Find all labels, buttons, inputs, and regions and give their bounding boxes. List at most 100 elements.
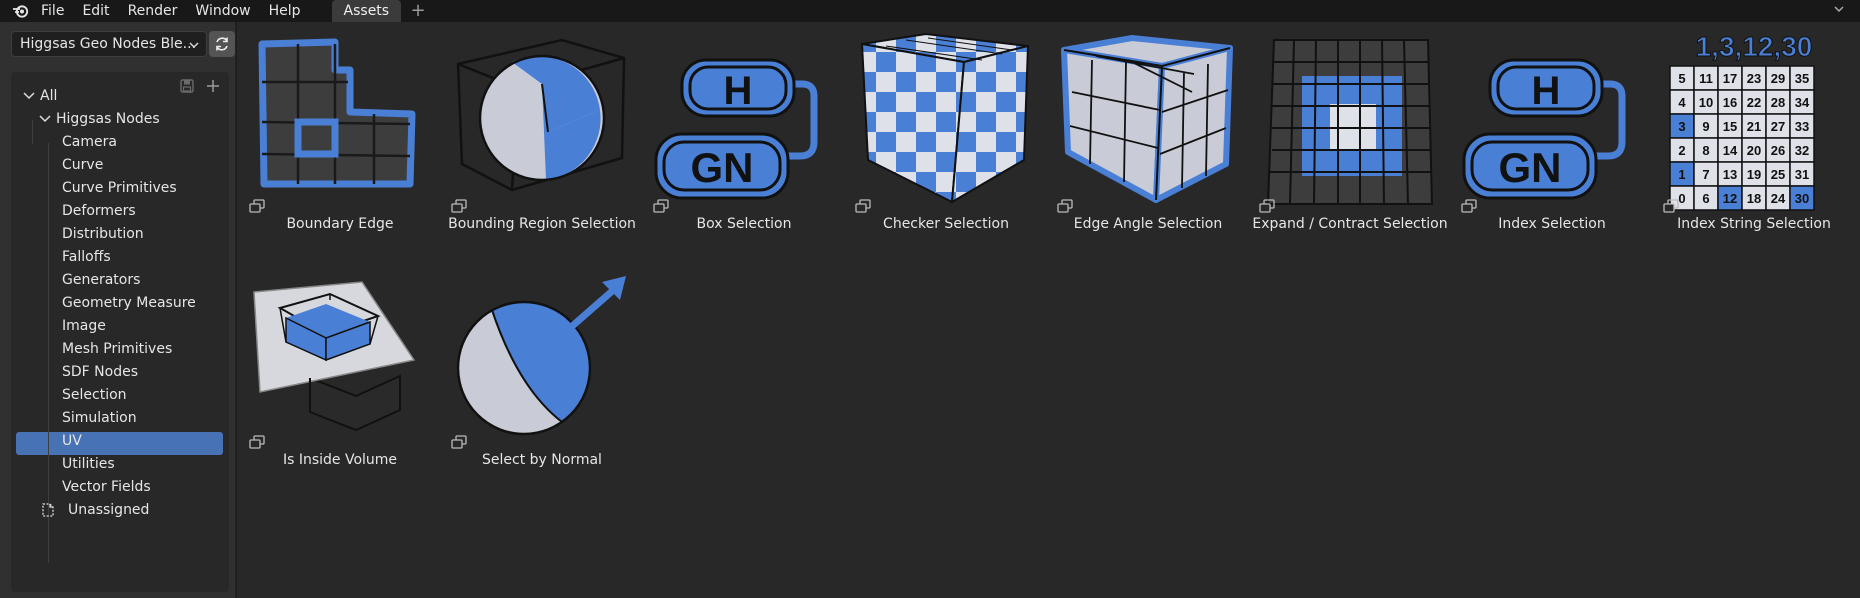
index-grid-label: 34	[1795, 95, 1810, 110]
menu-file[interactable]: File	[32, 0, 73, 22]
asset-label: Index Selection	[1498, 216, 1606, 232]
index-grid-label: 12	[1723, 191, 1737, 206]
tree-item-curve[interactable]: Curve	[62, 153, 103, 177]
catalog-toolbar	[179, 78, 221, 94]
index-grid-label: 31	[1795, 167, 1809, 182]
node-group-asset-icon	[1057, 199, 1073, 213]
logo-bottom-text: GN	[691, 144, 754, 191]
asset-label: Select by Normal	[482, 452, 602, 468]
tree-item-unassigned[interactable]: Unassigned	[40, 498, 149, 522]
tree-item-sdf-nodes[interactable]: SDF Nodes	[62, 360, 138, 384]
index-grid-label: 13	[1723, 167, 1737, 182]
index-grid-label: 1	[1678, 167, 1685, 182]
index-grid-label: 24	[1771, 191, 1786, 206]
add-catalog-icon[interactable]	[205, 78, 221, 94]
asset-tile[interactable]: H GN Index Selection	[1452, 22, 1652, 258]
edge-angle-cube-thumb	[1061, 35, 1233, 203]
index-grid-label: 2	[1678, 143, 1685, 158]
tree-item-higgsas-nodes[interactable]: Higgsas Nodes	[38, 107, 160, 131]
index-string-grid-thumb: 1,3,12,30 5 11 17 23 29 354 10 16 22 28 343 9 15 21 27…	[1669, 32, 1815, 211]
asset-label: Edge Angle Selection	[1073, 216, 1223, 232]
normal-sphere-thumb	[456, 276, 626, 436]
index-grid-label: 35	[1795, 71, 1809, 86]
library-selector-row: Higgsas Geo Nodes Ble...	[11, 31, 263, 57]
asset-library-sidebar: Higgsas Geo Nodes Ble... All Higgsas Nod…	[0, 22, 236, 598]
menu-edit[interactable]: Edit	[73, 0, 118, 22]
node-group-asset-icon	[249, 199, 265, 213]
tree-item-utilities[interactable]: Utilities	[62, 452, 115, 476]
save-catalog-icon[interactable]	[179, 78, 195, 94]
asset-library-label: Higgsas Geo Nodes Ble...	[20, 36, 197, 52]
top-menu-bar: File Edit Render Window Help Assets +	[0, 0, 1860, 22]
index-grid-label: 5	[1678, 71, 1685, 86]
asset-tile[interactable]: Checker Selection	[846, 22, 1046, 258]
expand-contract-grid-thumb	[1266, 39, 1434, 205]
node-group-asset-icon	[1663, 199, 1679, 213]
index-grid-label: 20	[1747, 143, 1761, 158]
index-grid-label: 16	[1723, 95, 1737, 110]
checker-cube-thumb	[860, 32, 1030, 204]
index-grid-label: 6	[1702, 191, 1709, 206]
tree-item-vector-fields[interactable]: Vector Fields	[62, 475, 151, 499]
menu-render[interactable]: Render	[119, 0, 187, 22]
asset-tile[interactable]: H GN Box Selection	[644, 22, 844, 258]
asset-tile[interactable]: Expand / Contract Selection	[1250, 22, 1450, 258]
logo-top-text: H	[724, 69, 753, 113]
asset-label: Is Inside Volume	[282, 452, 398, 468]
index-grid-label: 27	[1771, 119, 1785, 134]
chevron-down-icon[interactable]	[1832, 2, 1846, 16]
asset-tile[interactable]: Boundary Edge	[240, 22, 440, 258]
node-group-asset-icon	[653, 199, 669, 213]
node-group-asset-icon	[1461, 199, 1477, 213]
asset-tile[interactable]: Is Inside Volume	[240, 258, 440, 494]
hgn-logo-thumb: H GN	[1462, 58, 1626, 200]
tree-item-geometry-measure[interactable]: Geometry Measure	[62, 291, 196, 315]
tree-item-falloffs[interactable]: Falloffs	[62, 245, 111, 269]
tree-item-distribution[interactable]: Distribution	[62, 222, 144, 246]
logo-top-text: H	[1532, 69, 1561, 113]
index-grid-label: 17	[1723, 71, 1737, 86]
asset-label: Expand / Contract Selection	[1252, 216, 1448, 232]
node-group-asset-icon	[855, 199, 871, 213]
chevron-down-icon[interactable]	[22, 89, 36, 103]
node-group-asset-icon	[1259, 199, 1275, 213]
asset-tile[interactable]: Bounding Region Selection	[442, 22, 642, 258]
chevron-down-icon[interactable]	[38, 112, 52, 126]
blender-logo-icon[interactable]	[10, 2, 32, 20]
tree-item-camera[interactable]: Camera	[62, 130, 117, 154]
tree-item-simulation[interactable]: Simulation	[62, 406, 137, 430]
hgn-logo-thumb: H GN	[654, 58, 818, 200]
asset-label: Boundary Edge	[286, 216, 394, 232]
index-grid-label: 15	[1723, 119, 1737, 134]
asset-tile[interactable]: Edge Angle Selection	[1048, 22, 1248, 258]
tree-item-mesh-primitives[interactable]: Mesh Primitives	[62, 337, 172, 361]
index-grid-label: 28	[1771, 95, 1785, 110]
asset-tile[interactable]: Select by Normal	[442, 258, 642, 494]
index-grid-label: 18	[1747, 191, 1761, 206]
chevron-down-icon	[189, 42, 199, 48]
index-grid-label: 9	[1702, 119, 1709, 134]
inside-volume-thumb	[253, 281, 416, 432]
index-grid-label: 23	[1747, 71, 1761, 86]
menu-window[interactable]: Window	[186, 0, 259, 22]
refresh-library-button[interactable]	[209, 31, 235, 57]
asset-browser-grid: Boundary Edge Bounding Region Selection …	[237, 22, 1860, 598]
tree-item-uv[interactable]: UV	[62, 429, 82, 453]
index-grid-label: 11	[1699, 71, 1713, 86]
logo-bottom-text: GN	[1499, 144, 1562, 191]
bounding-region-thumb	[456, 38, 626, 192]
tree-item-generators[interactable]: Generators	[62, 268, 140, 292]
tree-item-all[interactable]: All	[22, 84, 57, 108]
tree-item-deformers[interactable]: Deformers	[62, 199, 136, 223]
menu-help[interactable]: Help	[260, 0, 310, 22]
index-grid-label: 33	[1795, 119, 1809, 134]
add-tab-button[interactable]: +	[407, 0, 429, 22]
tree-indent-guide	[32, 120, 33, 144]
tree-item-image[interactable]: Image	[62, 314, 106, 338]
tree-item-curve-primitives[interactable]: Curve Primitives	[62, 176, 177, 200]
asset-library-dropdown[interactable]: Higgsas Geo Nodes Ble...	[11, 31, 207, 57]
tree-item-selection[interactable]: Selection	[62, 383, 127, 407]
index-grid-label: 30	[1795, 191, 1809, 206]
asset-tile[interactable]: 1,3,12,30 5 11 17 23 29 35 4 10 16 22 28 34 3 9 15 21 27…	[1654, 22, 1854, 258]
tab-assets[interactable]: Assets	[331, 0, 402, 22]
